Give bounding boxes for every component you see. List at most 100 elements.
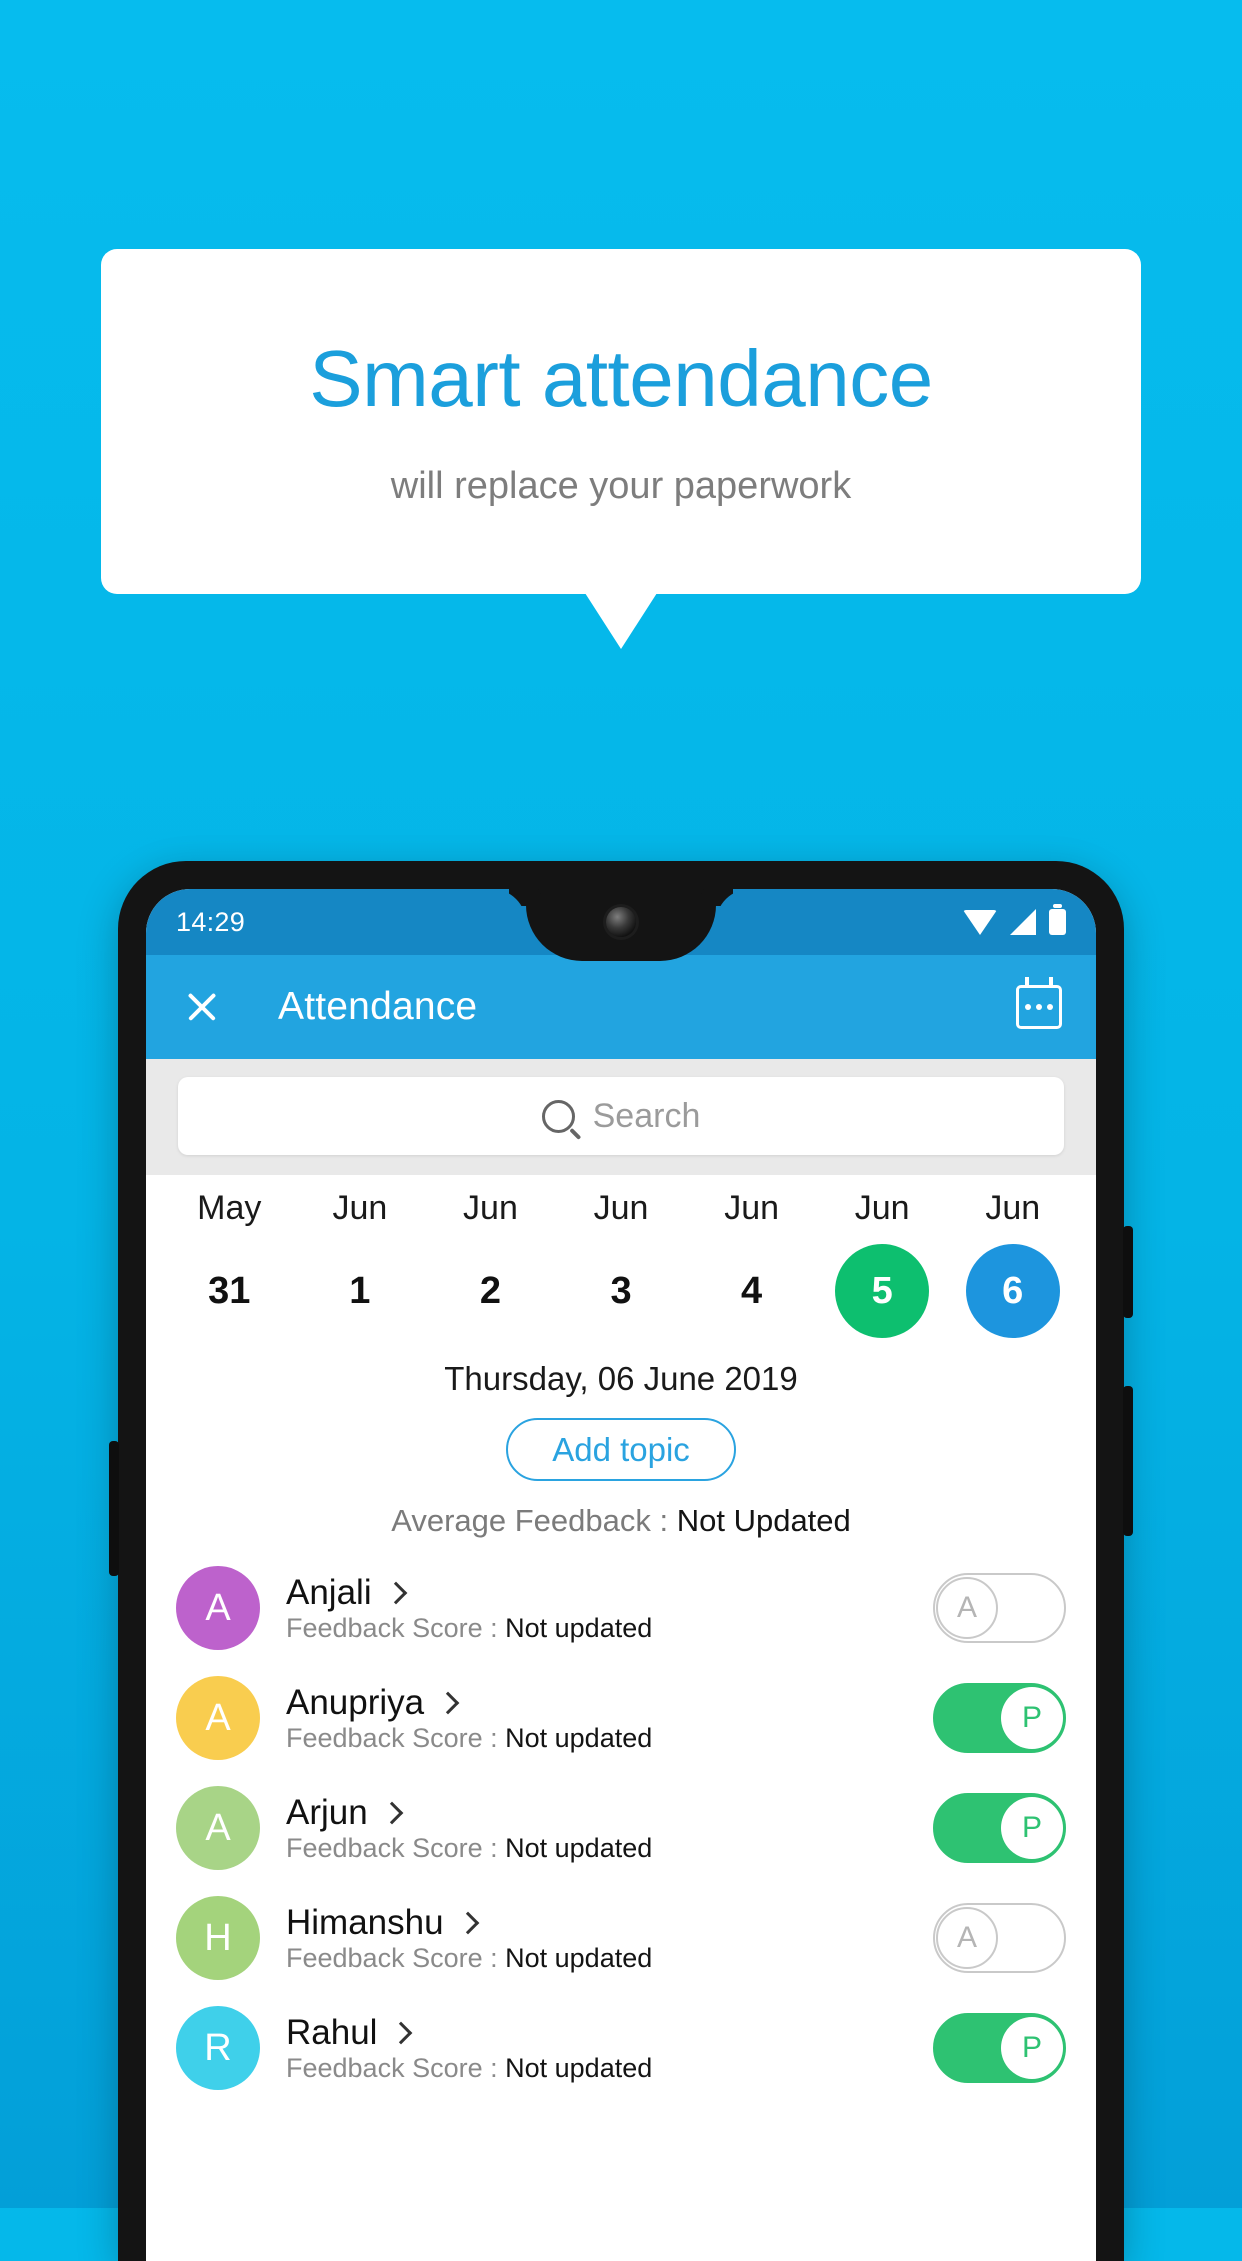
search-section: Search	[146, 1059, 1096, 1175]
attendance-toggle-knob: A	[936, 1907, 998, 1969]
attendance-toggle-knob: P	[1001, 1797, 1063, 1859]
calendar-day-number: 2	[443, 1244, 537, 1338]
student-score-value: Not updated	[505, 2053, 652, 2083]
page-subtitle: will replace your paperwork	[391, 467, 851, 505]
student-row[interactable]: R Rahul Feedback Score : Not updated P	[146, 1993, 1096, 2103]
phone-screen: 14:29 Attendance Search	[146, 889, 1096, 2261]
avatar: A	[176, 1786, 260, 1870]
avatar: H	[176, 1896, 260, 1980]
calendar-day[interactable]: Jun 6	[947, 1189, 1078, 1338]
student-row[interactable]: A Anupriya Feedback Score : Not updated …	[146, 1663, 1096, 1773]
status-time: 14:29	[176, 907, 245, 938]
average-feedback-label: Average Feedback :	[391, 1503, 677, 1538]
phone-assistant-button	[109, 1441, 119, 1576]
attendance-toggle[interactable]: A	[933, 1903, 1066, 1973]
add-topic-button[interactable]: Add topic	[506, 1418, 736, 1481]
calendar-day-number: 5	[835, 1244, 929, 1338]
student-info: Himanshu Feedback Score : Not updated	[286, 1903, 933, 1974]
student-score-label: Feedback Score :	[286, 1833, 505, 1863]
headline-card: Smart attendance will replace your paper…	[101, 249, 1141, 594]
phone-power-button	[1123, 1226, 1133, 1318]
calendar-day-number: 6	[966, 1244, 1060, 1338]
student-list: A Anjali Feedback Score : Not updated A …	[146, 1553, 1096, 2103]
search-input[interactable]: Search	[178, 1077, 1064, 1155]
average-feedback: Average Feedback : Not Updated	[146, 1503, 1096, 1539]
student-name-row[interactable]: Anjali	[286, 1573, 933, 1613]
status-icon-group	[963, 909, 1066, 935]
status-bar: 14:29	[146, 889, 1096, 955]
chevron-right-icon	[456, 1911, 479, 1934]
student-score: Feedback Score : Not updated	[286, 1943, 652, 1973]
calendar-day[interactable]: May 31	[164, 1189, 295, 1338]
chevron-right-icon	[390, 2021, 413, 2044]
calendar-day[interactable]: Jun 1	[295, 1189, 426, 1338]
avatar: R	[176, 2006, 260, 2090]
attendance-toggle[interactable]: A	[933, 1573, 1066, 1643]
student-name: Anjali	[286, 1573, 372, 1613]
calendar-day-month: Jun	[463, 1189, 518, 1228]
student-row[interactable]: A Arjun Feedback Score : Not updated P	[146, 1773, 1096, 1883]
calendar-day-number: 31	[182, 1244, 276, 1338]
student-score: Feedback Score : Not updated	[286, 1613, 652, 1643]
avatar: A	[176, 1676, 260, 1760]
speech-bubble-tail	[585, 593, 657, 649]
attendance-toggle[interactable]: P	[933, 2013, 1066, 2083]
student-score: Feedback Score : Not updated	[286, 2053, 652, 2083]
student-row[interactable]: H Himanshu Feedback Score : Not updated …	[146, 1883, 1096, 1993]
student-score: Feedback Score : Not updated	[286, 1723, 652, 1753]
student-score-label: Feedback Score :	[286, 1613, 505, 1643]
attendance-toggle-knob: P	[1001, 2017, 1063, 2079]
search-placeholder: Search	[593, 1097, 701, 1136]
student-name: Himanshu	[286, 1903, 444, 1943]
student-name-row[interactable]: Anupriya	[286, 1683, 933, 1723]
app-bar: Attendance	[146, 955, 1096, 1059]
student-score: Feedback Score : Not updated	[286, 1833, 652, 1863]
student-score-value: Not updated	[505, 1723, 652, 1753]
calendar-day-month: May	[197, 1189, 261, 1228]
average-feedback-value: Not Updated	[677, 1503, 851, 1538]
student-name: Rahul	[286, 2013, 377, 2053]
attendance-toggle[interactable]: P	[933, 1683, 1066, 1753]
calendar-day-month: Jun	[855, 1189, 910, 1228]
student-row[interactable]: A Anjali Feedback Score : Not updated A	[146, 1553, 1096, 1663]
phone-volume-button	[1123, 1386, 1133, 1536]
attendance-toggle[interactable]: P	[933, 1793, 1066, 1863]
front-camera	[606, 907, 636, 937]
calendar-day-month: Jun	[985, 1189, 1040, 1228]
phone-mockup: 14:29 Attendance Search	[118, 861, 1124, 2261]
student-name-row[interactable]: Himanshu	[286, 1903, 933, 1943]
avatar: A	[176, 1566, 260, 1650]
calendar-day[interactable]: Jun 4	[686, 1189, 817, 1338]
attendance-toggle-knob: P	[1001, 1687, 1063, 1749]
attendance-toggle-knob: A	[936, 1577, 998, 1639]
chevron-right-icon	[437, 1691, 460, 1714]
selected-date: Thursday, 06 June 2019	[146, 1360, 1096, 1398]
student-name: Anupriya	[286, 1683, 424, 1723]
student-info: Anupriya Feedback Score : Not updated	[286, 1683, 933, 1754]
calendar-day-month: Jun	[332, 1189, 387, 1228]
calendar-day[interactable]: Jun 2	[425, 1189, 556, 1338]
calendar-day[interactable]: Jun 5	[817, 1189, 948, 1338]
calendar-day-number: 3	[574, 1244, 668, 1338]
student-score-label: Feedback Score :	[286, 1723, 505, 1753]
student-score-label: Feedback Score :	[286, 2053, 505, 2083]
calendar-day[interactable]: Jun 3	[556, 1189, 687, 1338]
calendar-icon[interactable]	[1016, 985, 1062, 1029]
student-score-label: Feedback Score :	[286, 1943, 505, 1973]
student-name: Arjun	[286, 1793, 368, 1833]
calendar-day-month: Jun	[594, 1189, 649, 1228]
student-name-row[interactable]: Arjun	[286, 1793, 933, 1833]
add-topic-row: Add topic	[146, 1418, 1096, 1481]
app-bar-title: Attendance	[278, 985, 477, 1029]
close-icon[interactable]	[180, 985, 224, 1029]
student-score-value: Not updated	[505, 1943, 652, 1973]
student-info: Anjali Feedback Score : Not updated	[286, 1573, 933, 1644]
calendar-day-number: 4	[705, 1244, 799, 1338]
phone-notch	[526, 889, 716, 961]
signal-icon	[1010, 909, 1036, 935]
student-name-row[interactable]: Rahul	[286, 2013, 933, 2053]
calendar-strip: May 31 Jun 1 Jun 2 Jun 3 Jun 4 Jun 5	[146, 1175, 1096, 1344]
student-score-value: Not updated	[505, 1613, 652, 1643]
chevron-right-icon	[380, 1801, 403, 1824]
calendar-icon-dots	[1019, 1004, 1059, 1010]
